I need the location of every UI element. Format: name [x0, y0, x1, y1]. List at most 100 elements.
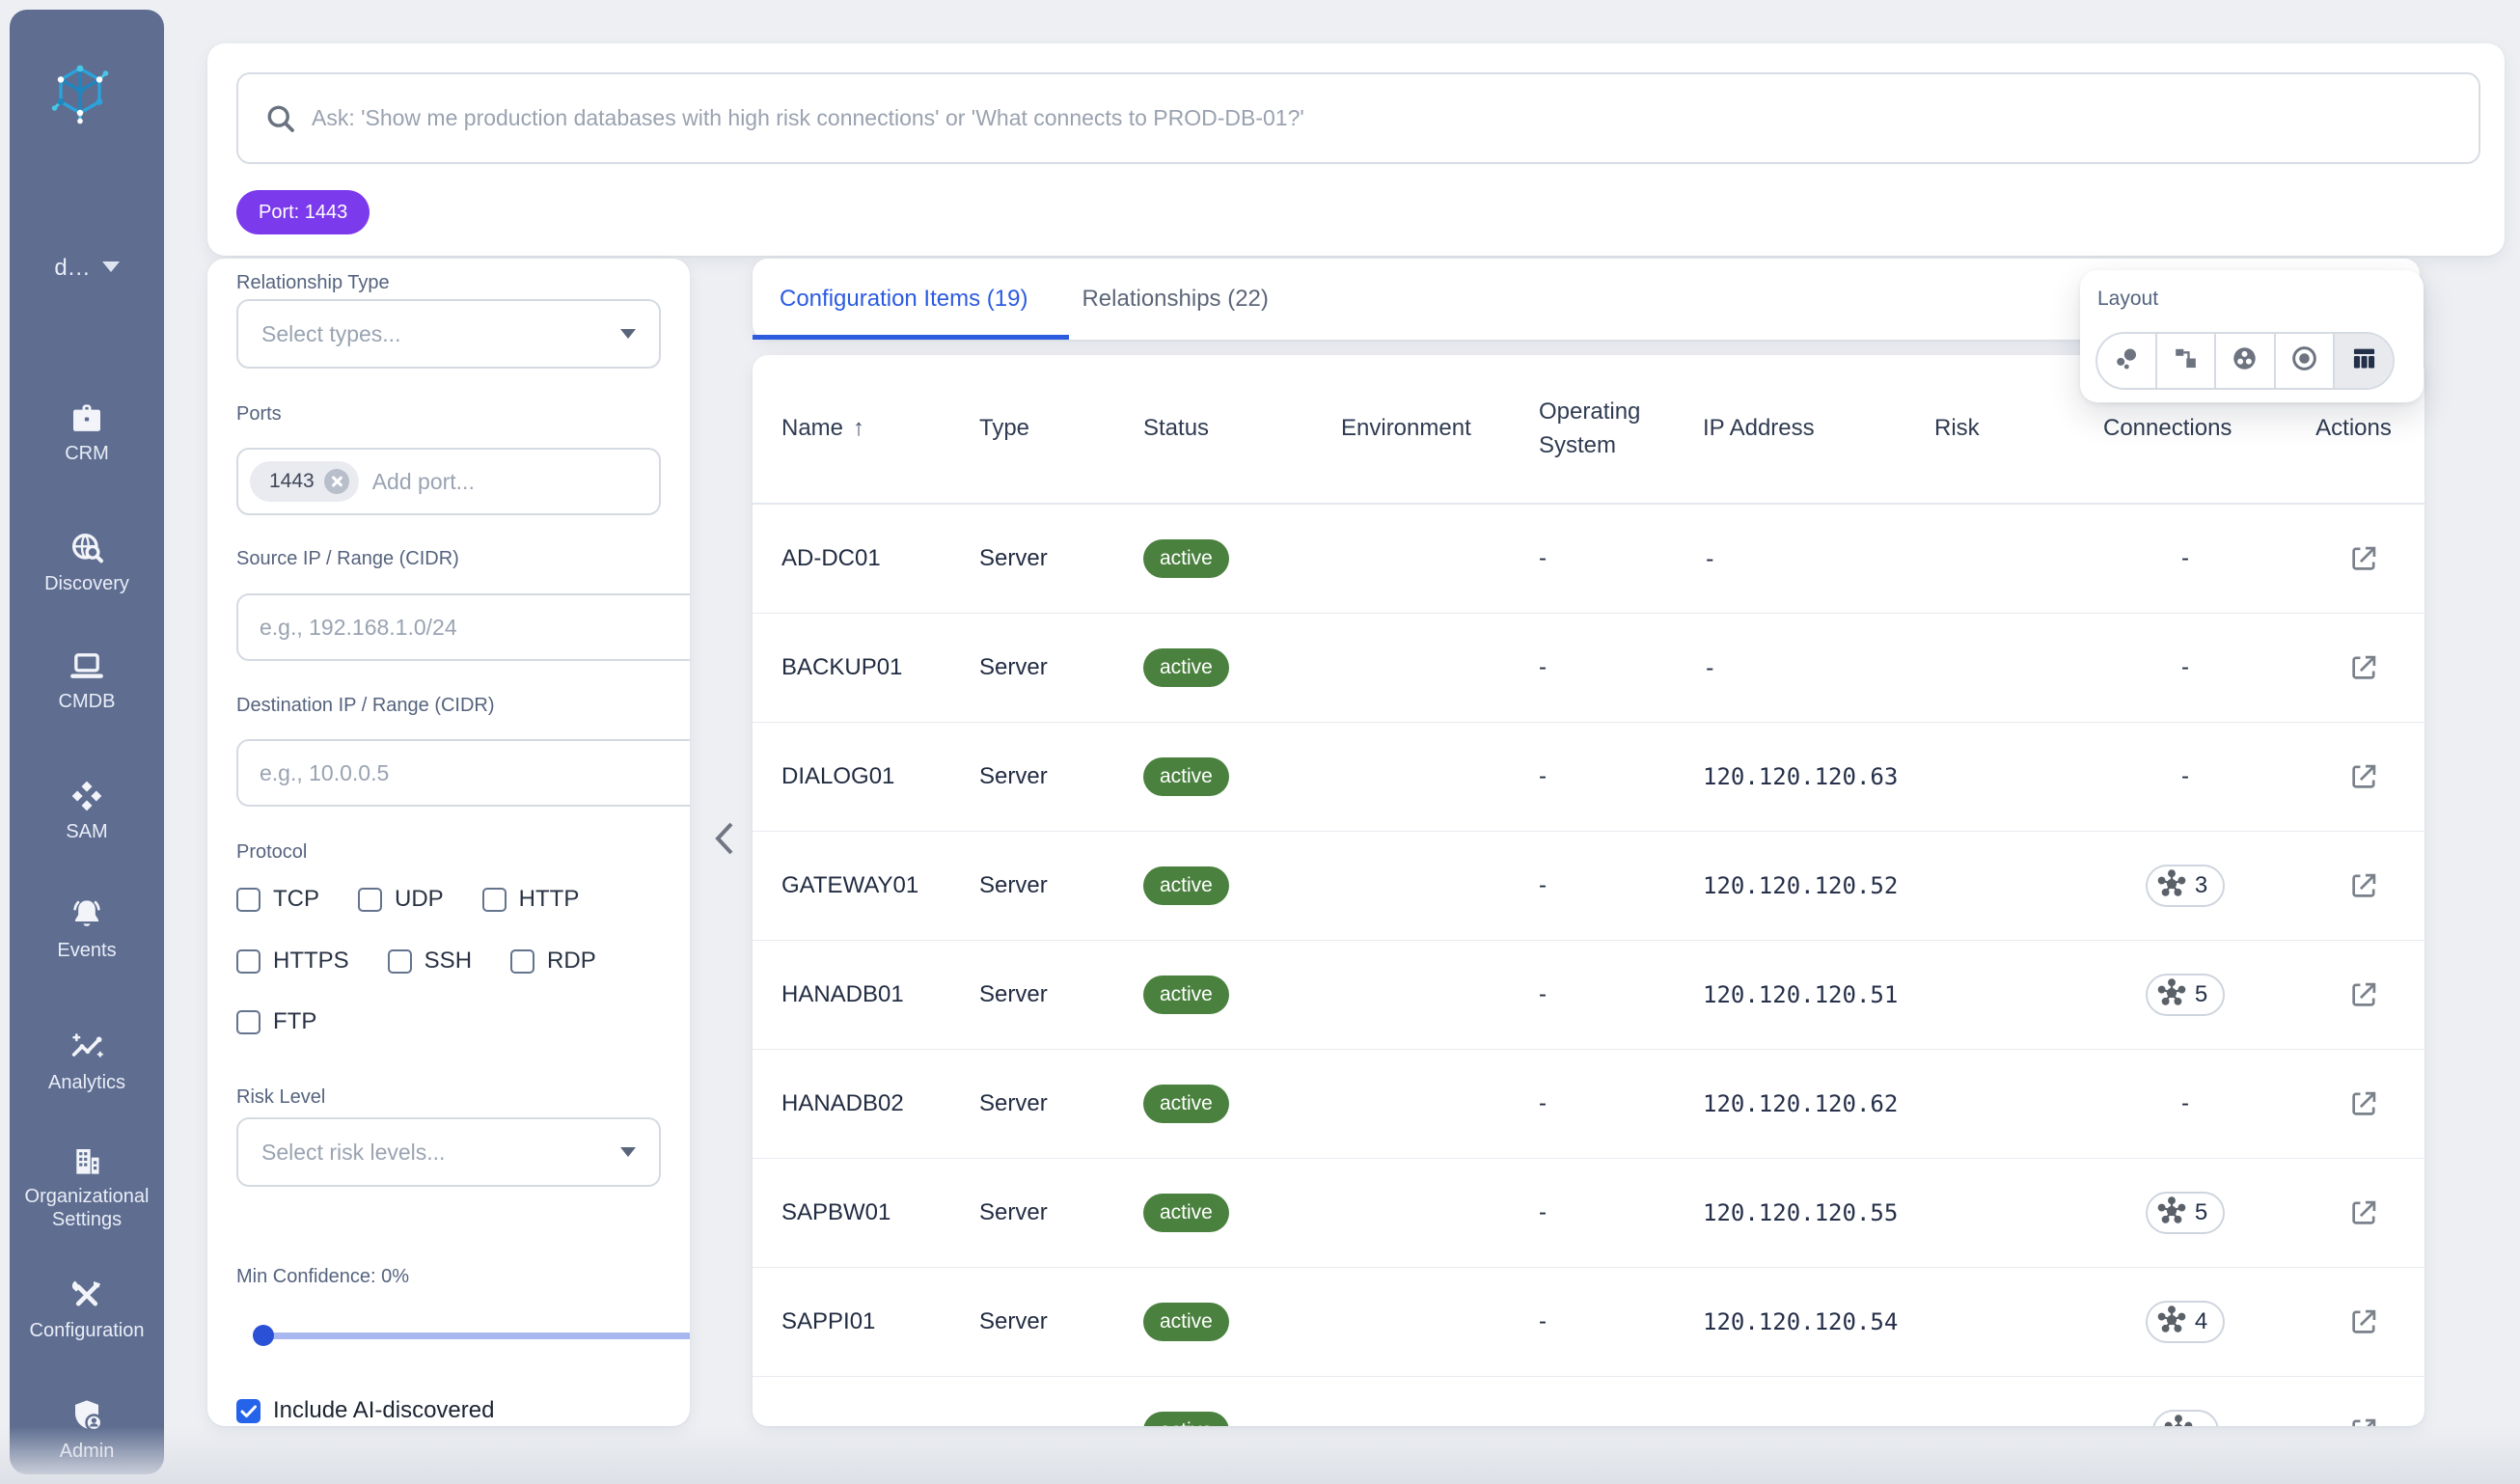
checkbox-icon[interactable] [358, 888, 382, 912]
port-filter-chip[interactable]: Port: 1443 [236, 190, 370, 234]
ports-placeholder: Add port... [372, 469, 475, 495]
checkbox-icon[interactable] [388, 949, 412, 974]
cell-connections: 3 [2103, 865, 2267, 907]
protocol-checkbox-tcp[interactable]: TCP [236, 886, 319, 913]
include-ai-checkbox-row[interactable]: Include AI-discovered [236, 1397, 661, 1424]
checked-checkbox-icon[interactable] [236, 1399, 260, 1423]
status-badge: active [1143, 1303, 1229, 1341]
checkbox-icon[interactable] [236, 888, 260, 912]
min-confidence-slider[interactable] [236, 1325, 690, 1346]
status-badge: active [1143, 757, 1229, 796]
column-header-actions[interactable]: Actions [2267, 412, 2424, 446]
column-header-name[interactable]: Name↑ [781, 412, 979, 446]
open-details-button[interactable] [2347, 651, 2380, 684]
protocol-checkbox-rdp[interactable]: RDP [510, 948, 596, 975]
source-ip-label: Source IP / Range (CIDR) [236, 548, 661, 570]
sidebar-item-events[interactable]: Events [10, 895, 164, 962]
cell-type: Server [979, 1308, 1143, 1335]
column-header-connections[interactable]: Connections [2103, 412, 2267, 446]
column-header-ip-address[interactable]: IP Address [1703, 412, 1934, 446]
layout-option-force-graph[interactable] [2097, 334, 2155, 388]
column-header-environment[interactable]: Environment [1341, 412, 1539, 446]
checkbox-icon[interactable] [510, 949, 534, 974]
sidebar-item-label: Discovery [10, 572, 164, 595]
open-details-button[interactable] [2347, 1087, 2380, 1120]
slider-thumb[interactable] [253, 1325, 274, 1346]
checkbox-icon[interactable] [482, 888, 507, 912]
open-details-button[interactable] [2347, 1305, 2380, 1338]
source-ip-field[interactable] [236, 593, 690, 661]
column-header-type[interactable]: Type [979, 412, 1143, 446]
cell-os: - [1539, 981, 1703, 1008]
caret-down-icon [620, 329, 636, 339]
cell-status: active [1143, 1412, 1341, 1426]
cell-status: active [1143, 976, 1341, 1014]
relationship-type-select[interactable]: Select types... [236, 299, 661, 369]
open-details-button[interactable] [2347, 1415, 2380, 1426]
destination-ip-field[interactable] [236, 739, 690, 807]
table-row-sappi01[interactable]: SAPPI01Serveractive-120.120.120.54 4 [753, 1268, 2424, 1377]
cell-status: active [1143, 866, 1341, 905]
hierarchy-icon [2171, 344, 2201, 378]
risk-level-select[interactable]: Select risk levels... [236, 1117, 661, 1187]
checkbox-icon[interactable] [236, 1010, 260, 1034]
connections-count-pill[interactable] [2152, 1410, 2219, 1426]
search-input[interactable] [298, 105, 2479, 131]
connections-count-pill[interactable]: 5 [2146, 974, 2225, 1016]
layout-option-radial[interactable] [2274, 334, 2334, 388]
open-details-button[interactable] [2347, 760, 2380, 793]
x-circle-icon[interactable] [324, 469, 349, 494]
table-row-sapbw01[interactable]: SAPBW01Serveractive-120.120.120.55 5 [753, 1159, 2424, 1268]
sidebar-item-crm[interactable]: CRM [10, 398, 164, 465]
checkbox-icon[interactable] [236, 949, 260, 974]
sidebar-item-sam[interactable]: SAM [10, 777, 164, 843]
status-badge: active [1143, 866, 1229, 905]
sidebar-item-organizational-settings[interactable]: Organizational Settings [10, 1141, 164, 1231]
slider-track[interactable] [263, 1333, 690, 1339]
open-details-button[interactable] [2347, 1196, 2380, 1229]
protocol-checkbox-udp[interactable]: UDP [358, 886, 444, 913]
table-row-hanadb02[interactable]: HANADB02Serveractive-120.120.120.62- [753, 1050, 2424, 1159]
status-badge: active [1143, 976, 1229, 1014]
table-row-hanadb01[interactable]: HANADB01Serveractive-120.120.120.51 5 [753, 941, 2424, 1050]
cell-connections: 5 [2103, 974, 2267, 1016]
connections-count-pill[interactable]: 3 [2146, 865, 2225, 907]
protocol-checkbox-ssh[interactable]: SSH [388, 948, 472, 975]
column-header-operating-system[interactable]: Operating System [1539, 396, 1703, 463]
column-header-risk[interactable]: Risk [1934, 412, 2103, 446]
protocol-checkbox-https[interactable]: HTTPS [236, 948, 349, 975]
cell-status: active [1143, 539, 1341, 578]
sidebar-item-cmdb[interactable]: CMDB [10, 646, 164, 713]
tab-relationships-22[interactable]: Relationships (22) [1055, 259, 1295, 340]
table-row-dialog01[interactable]: DIALOG01Serveractive-120.120.120.63- [753, 723, 2424, 832]
protocol-checkbox-http[interactable]: HTTP [482, 886, 580, 913]
sidebar-item-configuration[interactable]: Configuration [10, 1276, 164, 1342]
connections-count-pill[interactable]: 4 [2146, 1301, 2225, 1343]
sidebar-item-discovery[interactable]: Discovery [10, 529, 164, 595]
cell-os: - [1539, 872, 1703, 899]
layout-option-cluster[interactable] [2214, 334, 2274, 388]
table-row-partial[interactable]: active [753, 1377, 2424, 1426]
cell-name: DIALOG01 [781, 763, 979, 790]
open-details-button[interactable] [2347, 978, 2380, 1011]
protocol-checkbox-ftp[interactable]: FTP [236, 1008, 316, 1035]
open-details-button[interactable] [2347, 542, 2380, 575]
search-card: Port: 1443 [207, 43, 2505, 256]
hub-icon [2156, 1305, 2187, 1340]
column-header-status[interactable]: Status [1143, 412, 1341, 446]
cell-name: HANADB02 [781, 1090, 979, 1117]
tab-configuration-items-19[interactable]: Configuration Items (19) [753, 259, 1055, 340]
table-row-backup01[interactable]: BACKUP01Serveractive--- [753, 614, 2424, 723]
sidebar-item-analytics[interactable]: Analytics [10, 1028, 164, 1094]
cell-type: Server [979, 763, 1143, 790]
open-details-button[interactable] [2347, 869, 2380, 902]
layout-option-table[interactable] [2333, 334, 2393, 388]
building-icon [68, 1141, 106, 1180]
table-row-gateway01[interactable]: GATEWAY01Serveractive-120.120.120.52 3 [753, 832, 2424, 941]
layout-option-hierarchy[interactable] [2155, 334, 2215, 388]
connections-count-pill[interactable]: 5 [2146, 1192, 2225, 1234]
ports-input[interactable]: 1443 Add port... [236, 448, 661, 515]
collapse-filter-button[interactable] [710, 818, 739, 859]
table-row-ad-dc01[interactable]: AD-DC01Serveractive--- [753, 505, 2424, 614]
org-dropdown[interactable]: d... [10, 255, 164, 282]
